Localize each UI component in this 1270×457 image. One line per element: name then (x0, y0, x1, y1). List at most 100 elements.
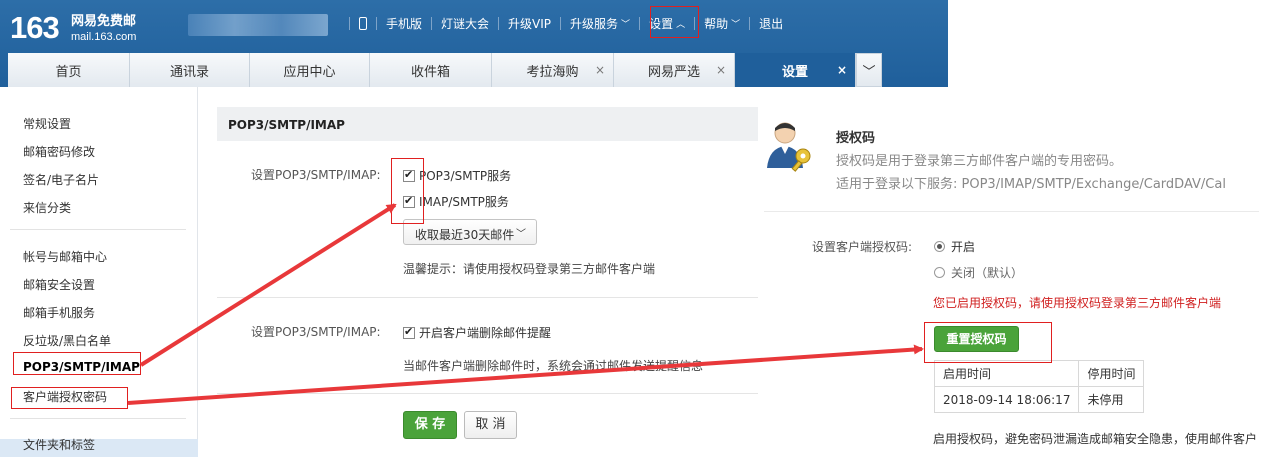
auth-title: 授权码 (836, 131, 876, 146)
phone-icon[interactable] (359, 17, 367, 30)
radio-label: 关闭（默认） (951, 266, 1024, 280)
chevron-down-icon: ﹀ (516, 229, 526, 240)
dropdown-value: 收取最近30天邮件 (415, 228, 515, 242)
nav-upgrade-service[interactable]: 升级服务 ﹀ (570, 15, 630, 32)
tab-home[interactable]: 首页 (8, 53, 130, 87)
nav-separator (376, 17, 377, 30)
tab-label: 考拉海购 (526, 64, 579, 80)
checkbox-label: IMAP/SMTP服务 (419, 195, 509, 209)
sidebar-item-account-center[interactable]: 帐号与邮箱中心 (23, 248, 107, 265)
auth-warning: 您已启用授权码，请使用授权码登录第三方邮件客户端 (933, 296, 1222, 310)
tab-settings[interactable]: 设置 × (735, 53, 856, 87)
close-icon[interactable]: × (716, 63, 726, 77)
radio-label: 开启 (951, 240, 976, 254)
checkbox-label: 开启客户端删除邮件提醒 (419, 326, 552, 340)
auth-off-radio[interactable] (934, 267, 945, 278)
nav-logout[interactable]: 退出 (759, 15, 783, 32)
tab-label: 首页 (55, 64, 82, 80)
save-button[interactable]: 保 存 (403, 411, 457, 439)
nav-label: 灯谜大会 (441, 17, 490, 31)
tab-label: 应用中心 (283, 64, 336, 80)
section-divider (217, 393, 758, 394)
nav-label: 升级VIP (508, 17, 552, 31)
nav-separator (431, 17, 433, 30)
nav-separator (639, 17, 641, 30)
nav-label: 升级服务 (570, 17, 619, 31)
close-icon[interactable]: × (837, 63, 847, 77)
hint-text: 温馨提示：请使用授权码登录第三方邮件客户端 (403, 262, 656, 276)
sidebar-divider (10, 418, 186, 419)
tab-label: 设置 (781, 64, 808, 80)
table-cell: 未停用 (1078, 386, 1145, 413)
blurred-account-name (188, 14, 328, 36)
tab-more-button[interactable]: ﹀ (856, 53, 882, 87)
sidebar-item-folders[interactable]: 文件夹和标签 (23, 436, 95, 453)
sidebar-item-mobile-service[interactable]: 邮箱手机服务 (23, 304, 95, 321)
nav-label: 手机版 (386, 17, 423, 31)
nav-separator (560, 17, 562, 30)
auth-on-radio-row[interactable]: 开启 (934, 238, 975, 255)
nav-label: 帮助 (704, 17, 729, 31)
auth-divider (764, 211, 1259, 212)
top-nav: 手机版 灯谜大会 升级VIP 升级服务 ﹀ 设置 ︿ 帮助 ﹀ 退出 (340, 15, 783, 32)
tab-label: 网易严选 (647, 64, 700, 80)
section-divider (217, 297, 758, 298)
sidebar-item-signature[interactable]: 签名/电子名片 (23, 171, 99, 188)
tab-label: 收件箱 (410, 64, 450, 80)
auth-setting-label: 设置客户端授权码: (812, 240, 913, 254)
nav-separator (349, 17, 350, 30)
table-row: 2018-09-14 18:06:17 未停用 (933, 386, 1145, 413)
nav-separator (749, 17, 751, 30)
sidebar-item-security[interactable]: 邮箱安全设置 (23, 276, 95, 293)
tab-inbox[interactable]: 收件箱 (370, 53, 492, 87)
auth-off-radio-row[interactable]: 关闭（默认） (934, 264, 1023, 281)
tab-contacts[interactable]: 通讯录 (130, 53, 250, 87)
annotation-box-pop3 (13, 352, 141, 375)
logo-domain[interactable]: mail.163.com (71, 31, 136, 43)
tab-bar: 首页 通讯录 应用中心 收件箱 考拉海购 × 网易严选 × 设置 × ﹀ (8, 53, 882, 87)
nav-riddle[interactable]: 灯谜大会 (441, 15, 489, 32)
user-key-icon (767, 122, 811, 172)
chevron-down-icon: ﹀ (731, 20, 741, 30)
auth-description: 授权码是用于登录第三方邮件客户端的专用密码。 (836, 154, 1123, 169)
tab-kaola[interactable]: 考拉海购 × (492, 53, 614, 87)
annotation-box-client-auth (11, 387, 128, 409)
chevron-down-icon: ﹀ (621, 20, 631, 30)
nav-label: 退出 (759, 17, 784, 31)
table-header: 启用时间 (933, 360, 1080, 387)
sidebar-item-password[interactable]: 邮箱密码修改 (23, 143, 95, 160)
section-title: POP3/SMTP/IMAP (217, 107, 758, 141)
auth-services: 适用于登录以下服务: POP3/IMAP/SMTP/Exchange/CardD… (836, 177, 1226, 192)
nav-mobile[interactable]: 手机版 (386, 15, 422, 32)
chevron-down-icon: ﹀ (862, 64, 876, 80)
delete-notice-checkbox-row[interactable]: 开启客户端删除邮件提醒 (403, 324, 551, 341)
close-icon[interactable]: × (595, 63, 605, 77)
sidebar-divider (10, 229, 186, 230)
tab-app-center[interactable]: 应用中心 (250, 53, 370, 87)
sidebar-item-mail-filter[interactable]: 来信分类 (23, 199, 71, 216)
delete-notice-description: 当邮件客户端删除邮件时，系统会通过邮件发送提醒信息 (403, 359, 704, 373)
cancel-button[interactable]: 取 消 (464, 411, 517, 439)
nav-help[interactable]: 帮助 ﹀ (704, 15, 740, 32)
sidebar-item-general[interactable]: 常规设置 (23, 115, 71, 132)
tab-yanxuan[interactable]: 网易严选 × (614, 53, 735, 87)
header-bar: 163 网易免费邮 mail.163.com 手机版 灯谜大会 升级VIP 升级… (0, 0, 948, 87)
table-header: 停用时间 (1078, 360, 1145, 387)
annotation-box-settings (650, 6, 699, 38)
table-cell: 2018-09-14 18:06:17 (933, 386, 1080, 413)
logo-number[interactable]: 163 (10, 10, 60, 46)
checkbox-label: POP3/SMTP服务 (419, 169, 512, 183)
sidebar-item-antispam[interactable]: 反垃圾/黑白名单 (23, 332, 111, 349)
auth-on-radio[interactable] (934, 241, 945, 252)
delete-notice-checkbox[interactable] (403, 325, 415, 339)
logo-name[interactable]: 网易免费邮 (71, 14, 136, 29)
tab-label: 通讯录 (169, 64, 209, 80)
annotation-box-checkboxes (391, 158, 424, 224)
nav-separator (498, 17, 500, 30)
table-header-row: 启用时间 停用时间 (933, 360, 1145, 387)
pop3-setting-label: 设置POP3/SMTP/IMAP: (251, 168, 381, 182)
auth-bottom-note: 启用授权码，避免密码泄漏造成邮箱安全隐患，使用邮件客户 (933, 432, 1258, 446)
nav-upgrade-vip[interactable]: 升级VIP (508, 15, 551, 32)
auth-history-table: 启用时间 停用时间 2018-09-14 18:06:17 未停用 (933, 360, 1145, 413)
annotation-box-reset (924, 322, 1052, 363)
